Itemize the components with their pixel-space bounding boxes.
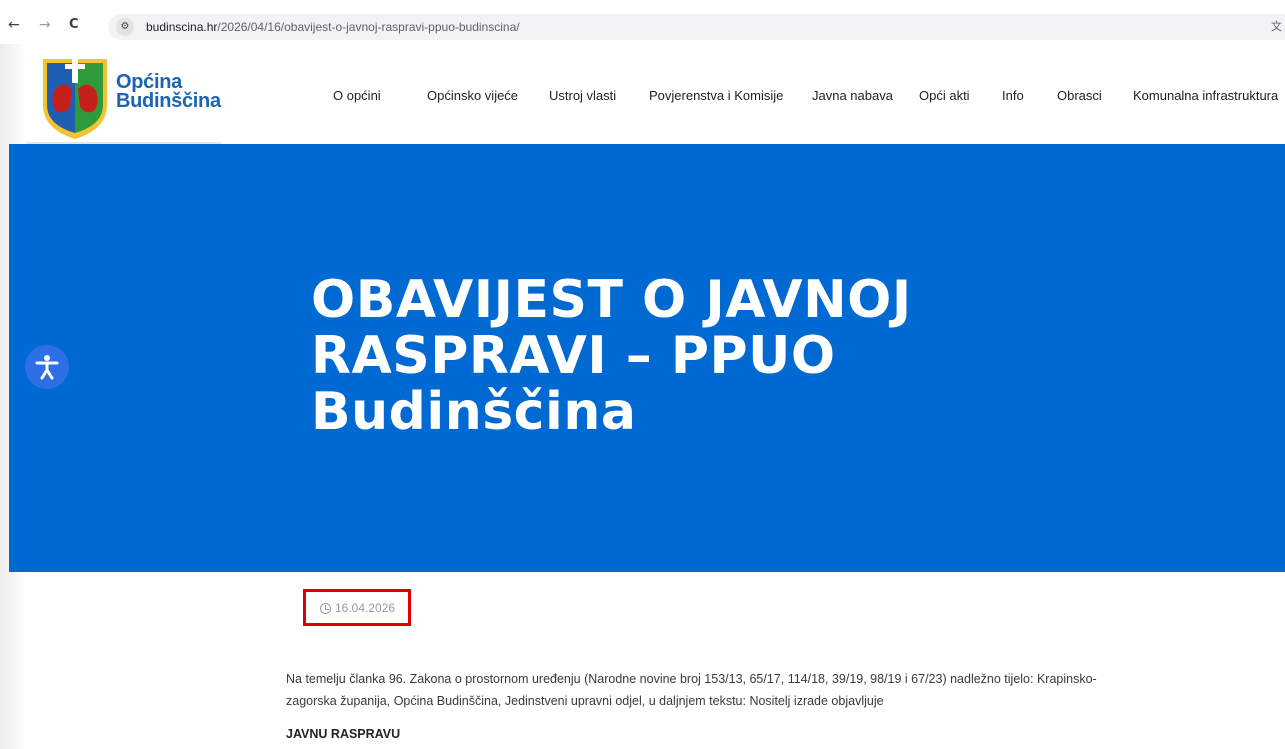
nav-item-o-opcini[interactable]: O općini [333,88,381,103]
nav-item-komunalna-infrastruktura[interactable]: Komunalna infrastruktura [1133,88,1278,103]
post-body-line2: zagorska županija, Općina Budinščina, Je… [286,694,884,708]
page-title-line2: RASPRAVI – PPUO [311,326,836,386]
nav-item-javna-nabava[interactable]: Javna nabava [812,88,893,103]
post-body: Na temelju članka 96. Zakona o prostorno… [286,668,1166,712]
accessibility-button[interactable] [25,345,69,389]
url-text[interactable]: budinscina.hr/2026/04/16/obavijest-o-jav… [146,20,520,34]
reload-icon[interactable]: C [69,17,79,33]
page-title-line3: Budinščina [311,382,637,442]
nav-item-opci-akti[interactable]: Opći akti [919,88,970,103]
accessibility-icon [35,355,59,380]
nav-item-opcinsko-vijece[interactable]: Općinsko vijeće [427,88,518,103]
post-date-text: 16.04.2026 [335,601,396,615]
nav-item-povjerenstva[interactable]: Povjerenstva i Komisije [649,88,783,103]
browser-toolbar: ← → C ⚙ budinscina.hr/2026/04/16/obavije… [0,0,1285,44]
post-date: 16.04.2026 [320,601,395,615]
nav-item-info[interactable]: Info [1002,88,1024,103]
nav-item-obrasci[interactable]: Obrasci [1057,88,1102,103]
url-host: budinscina.hr [146,20,218,34]
post-subheading: JAVNU RASPRAVU [286,727,401,741]
back-arrow-icon[interactable]: ← [8,17,20,33]
site-info-icon[interactable]: ⚙ [116,18,134,36]
nav-item-ustroj-vlasti[interactable]: Ustroj vlasti [549,88,616,103]
post-body-line1: Na temelju članka 96. Zakona o prostorno… [286,672,1097,686]
clock-icon [320,603,331,614]
address-bar[interactable]: ⚙ budinscina.hr/2026/04/16/obavijest-o-j… [108,14,1285,40]
forward-arrow-icon[interactable]: → [39,17,51,33]
page-title-line1: OBAVIJEST O JAVNOJ [311,270,912,330]
page-title: OBAVIJEST O JAVNOJ RASPRAVI – PPUO Budin… [311,272,1031,440]
translate-icon[interactable]: 文 [1271,18,1285,34]
main-navigation: O općini Općinsko vijeće Ustroj vlasti P… [0,88,1285,106]
url-path: /2026/04/16/obavijest-o-javnoj-raspravi-… [217,20,520,34]
